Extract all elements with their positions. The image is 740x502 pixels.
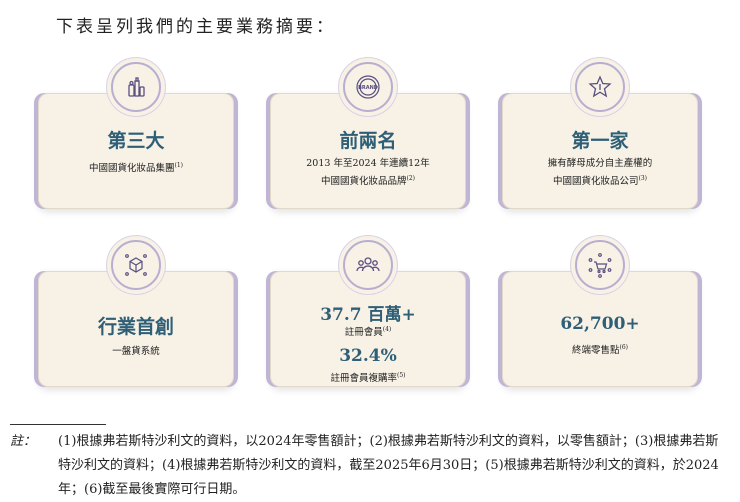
intro-text: 下表呈列我們的主要業務摘要： xyxy=(56,17,336,37)
card-desc-line: 2013 年至2024 年連續12年 xyxy=(306,158,430,169)
stat-label: 終端零售點(6) xyxy=(503,340,697,358)
brand-badge-text: BRAND xyxy=(358,85,378,91)
footnote-ref: (2) xyxy=(406,175,416,182)
cosmetics-icon xyxy=(111,62,161,112)
card-desc: 中國國貨化妝品集團(1) xyxy=(39,158,233,176)
star-award-icon xyxy=(575,62,625,112)
stat-retail-points: 62,700+ xyxy=(560,314,640,334)
footnotes: 註： (1)根據弗若斯特沙利文的資料，以2024年零售額計；(2)根據弗若斯特沙… xyxy=(10,430,730,502)
users-group-icon xyxy=(343,240,393,290)
footnote-ref: (5) xyxy=(397,372,406,379)
card-desc-line: 中國國貨化妝品公司 xyxy=(552,176,639,188)
stat-repurchase-rate: 32.4% xyxy=(339,346,397,366)
card-desc-line: 中國國貨化妝品集團 xyxy=(88,163,175,175)
brand-badge-icon: BRAND xyxy=(343,62,393,112)
notes-label: 註： xyxy=(10,434,37,449)
cube-network-icon xyxy=(111,240,161,290)
card-title: 行業首創 xyxy=(97,316,174,338)
footnote-ref: (1) xyxy=(174,162,184,169)
stat-label-text: 終端零售點 xyxy=(571,345,620,357)
shopping-cart-network-icon xyxy=(575,240,625,290)
notes-text: (1)根據弗若斯特沙利文的資料，以2024年零售額計；(2)根據弗若斯特沙利文的… xyxy=(58,434,719,497)
stat-label: 註冊會員複購率(5) xyxy=(271,368,465,386)
stat-label-text: 註冊會員複購率 xyxy=(330,373,397,385)
footnote-divider xyxy=(10,424,106,425)
card-desc-line: 一盤貨系統 xyxy=(112,346,160,357)
card-desc-line: 擁有酵母成分自主產權的 xyxy=(547,158,653,169)
card-title: 前兩名 xyxy=(339,130,397,152)
card-desc: 一盤貨系統 xyxy=(39,344,233,359)
card-title: 第三大 xyxy=(107,130,165,152)
card-desc-line: 中國國貨化妝品品牌 xyxy=(320,176,407,188)
footnote-ref: (3) xyxy=(638,175,648,182)
footnote-ref: (6) xyxy=(619,344,629,351)
stat-label: 註冊會員(4) xyxy=(271,322,465,340)
card-desc: 擁有酵母成分自主產權的 中國國貨化妝品公司(3) xyxy=(503,156,697,189)
footnote-ref: (4) xyxy=(382,326,392,333)
card-desc: 2013 年至2024 年連續12年 中國國貨化妝品品牌(2) xyxy=(271,156,465,189)
card-title: 第一家 xyxy=(571,130,629,152)
stat-label-text: 註冊會員 xyxy=(344,327,383,339)
